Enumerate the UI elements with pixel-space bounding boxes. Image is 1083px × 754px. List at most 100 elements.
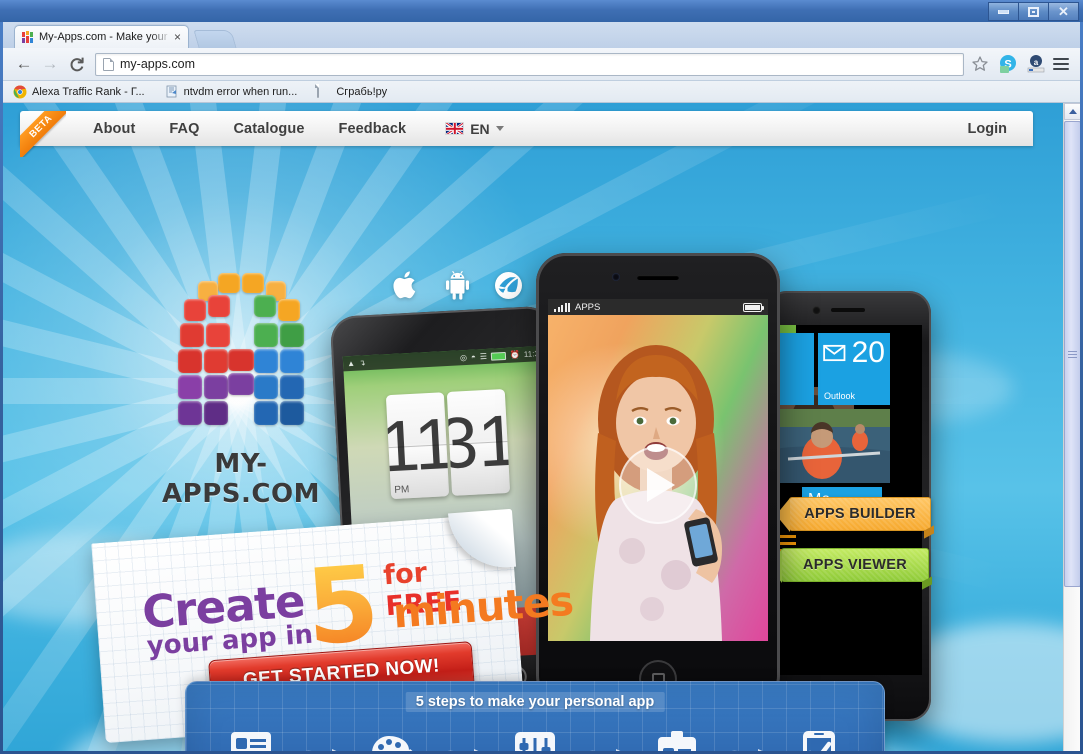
bookmark-label: Alexa Traffic Rank - Г... [32,85,145,98]
arrow-right-icon [722,730,774,751]
bookmark-star-icon[interactable] [970,54,990,74]
mail-icon [823,344,846,362]
minimize-button[interactable] [988,2,1019,21]
signal-icon: ☰ [479,351,488,362]
gps-icon: ◎ [459,352,468,363]
front-camera [612,273,620,281]
android-flip-clock: 11 PM 31 [344,361,552,521]
forward-button[interactable]: → [37,51,63,77]
warning-icon: ▲ [346,358,356,369]
clock-ampm: PM [394,484,410,496]
browser-toolbar: ← → my-apps.com S a [3,48,1080,81]
bookmarks-bar: Alexa Traffic Rank - Г... ntvdm error wh… [3,81,1080,103]
promo-video[interactable] [548,315,768,641]
apps-viewer-ribbon[interactable]: APPS VIEWER [768,548,929,583]
battery-icon [490,351,507,361]
signal-icon [554,302,570,312]
steps-panel: 5 steps to make your personal app [185,681,885,751]
step-name-it[interactable]: Name it [632,730,722,751]
back-button[interactable]: ← [11,51,37,77]
bookmark-label: ntvdm error when run... [183,85,298,98]
doc-icon [317,83,331,99]
chevron-down-icon [495,126,504,131]
site-navigation-bar: BETA About FAQ Catalogue Feedback EN Log… [20,111,1033,157]
usb-icon: ↴ [358,358,366,368]
nav-item-catalogue[interactable]: Catalogue [216,121,321,137]
step-enjoy-it[interactable]: Enjoy it! [774,730,864,751]
close-button[interactable]: ✕ [1048,2,1079,21]
maximize-button[interactable] [1018,2,1049,21]
step-stylize-it[interactable]: Stylize it [348,730,438,751]
step-fill-it[interactable]: Fill it [490,730,580,751]
tile-partial-left[interactable] [774,333,814,405]
bookmark-label: Сграбь!ру [336,85,388,98]
page-icon [165,85,179,99]
adblock-extension-icon[interactable]: a [1025,53,1047,75]
step-choose-it[interactable]: Choose it [206,730,296,751]
login-button[interactable]: Login [968,121,1007,137]
svg-text:a: a [1034,58,1039,67]
browser-tab[interactable]: My-Apps.com - Make your ow × [14,25,189,48]
carrier-label: APPS [575,301,601,313]
web-page: BETA About FAQ Catalogue Feedback EN Log… [3,103,1063,751]
speaker-grille [831,308,865,312]
front-camera [812,306,821,315]
bookmark-item-cyrillic[interactable]: Сграбь!ру [317,83,388,99]
nav-item-faq[interactable]: FAQ [152,121,216,137]
page-info-icon [103,57,114,71]
wifi-icon: ◓ [470,352,477,362]
tab-close-icon[interactable]: × [171,31,184,43]
uk-flag-icon [445,122,465,135]
alarm-icon: ⏰ [509,350,521,360]
url-text: my-apps.com [120,57,196,71]
language-selector[interactable]: EN [445,120,504,137]
palette-brush-icon [348,730,438,751]
iphone-device: APPS [536,253,780,706]
steps-title: 5 steps to make your personal app [405,692,665,712]
tab-favicon [21,30,34,44]
beta-label: BETA [20,111,66,157]
sliders-icon [490,730,580,751]
play-icon[interactable] [619,445,697,524]
scroll-up-button[interactable] [1064,103,1080,120]
steps-row: Choose it [206,730,864,751]
window-title-bar: ✕ [0,0,1083,22]
skype-extension-icon[interactable]: S [997,53,1019,75]
tile-photo[interactable] [774,409,890,483]
tab-strip: My-Apps.com - Make your ow × [3,22,1080,48]
nav-item-feedback[interactable]: Feedback [321,121,423,137]
new-tab-button[interactable] [193,30,237,48]
tile-label: Outlook [824,391,856,401]
iphone-screen: APPS [548,299,768,641]
clock-hours: 11 PM [385,392,449,500]
arrow-right-icon [438,730,490,751]
chrome-menu-icon[interactable] [1050,53,1072,75]
page-viewport: BETA About FAQ Catalogue Feedback EN Log… [3,103,1080,751]
earpiece [637,275,679,280]
clock-minutes: 31 [446,389,510,496]
nav-item-about[interactable]: About [76,121,152,137]
os-window: ✕ My-Apps.com - Make your ow × ← → my-ap… [0,0,1083,754]
beta-ribbon: BETA [20,111,66,157]
list-template-icon [206,730,296,751]
battery-icon [743,302,764,312]
scroll-thumb[interactable] [1064,121,1080,587]
arrow-right-icon [296,730,348,751]
tile-outlook[interactable]: 20 Outlook [818,333,890,405]
promo-for: for [382,557,429,592]
address-bar[interactable]: my-apps.com [95,52,964,76]
iphone-status-bar: APPS [548,299,768,315]
id-card-icon [632,730,722,751]
browser-window: My-Apps.com - Make your ow × ← → my-apps… [3,22,1080,751]
page-scrollbar[interactable] [1063,103,1080,751]
bookmark-item-ntvdm[interactable]: ntvdm error when run... [165,85,298,99]
phone-check-icon [774,730,864,751]
language-code: EN [470,120,490,137]
reload-button[interactable] [63,51,89,77]
bookmark-item-alexa[interactable]: Alexa Traffic Rank - Г... [13,85,145,99]
apps-builder-ribbon[interactable]: APPS BUILDER [776,497,931,532]
nav-items: About FAQ Catalogue Feedback EN [76,121,504,137]
window-controls: ✕ [988,2,1079,21]
tile-count: 20 [851,336,885,369]
arrow-right-icon [580,730,632,751]
